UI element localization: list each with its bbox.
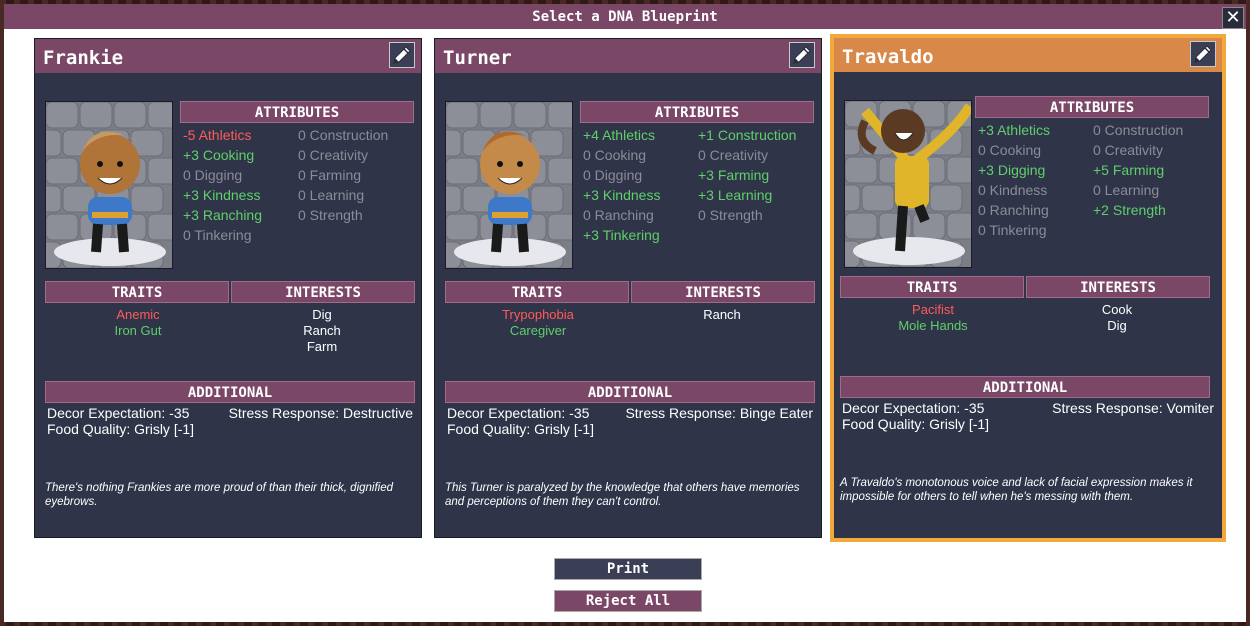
attributes-label: ATTRIBUTES — [975, 96, 1209, 118]
close-button[interactable]: ✕ — [1222, 7, 1244, 29]
attribute-value: +1 Construction — [698, 127, 797, 143]
card-name: Frankie — [35, 39, 421, 73]
attribute-value: 0 Strength — [698, 207, 763, 223]
decor-expectation: Decor Expectation: -35 — [842, 400, 985, 416]
interest-item: Dig — [312, 307, 332, 322]
trait-item: Mole Hands — [898, 318, 968, 333]
decor-expectation: Decor Expectation: -35 — [47, 405, 190, 421]
flavor-text: A Travaldo's monotonous voice and lack o… — [840, 477, 1193, 503]
card-name: Turner — [435, 39, 821, 73]
traits-label: TRAITS — [45, 281, 229, 303]
flavor-text: There's nothing Frankies are more proud … — [45, 482, 394, 508]
attribute-value: 0 Creativity — [1093, 142, 1164, 158]
trait-item: Trypophobia — [502, 307, 574, 322]
attribute-value: +3 Cooking — [183, 147, 255, 163]
attribute-value: 0 Ranching — [978, 202, 1049, 218]
attribute-value: 0 Creativity — [698, 147, 769, 163]
decor-expectation: Decor Expectation: -35 — [447, 405, 590, 421]
attribute-value: 0 Ranching — [583, 207, 654, 223]
attribute-value: 0 Strength — [298, 207, 363, 223]
edit-name-button[interactable] — [789, 42, 815, 68]
duplicant-portrait — [445, 101, 573, 269]
attribute-value: 0 Creativity — [298, 147, 369, 163]
blueprint-card-frankie[interactable]: Frankie ATTRIBUTES -5 Athletics +3 Cooking… — [34, 38, 422, 538]
attribute-value: 0 Construction — [298, 127, 389, 143]
trait-item: Caregiver — [509, 323, 567, 338]
attribute-value: +3 Ranching — [183, 207, 263, 223]
flavor-text: This Turner is paralyzed by the knowledg… — [445, 482, 800, 508]
interests-label: INTERESTS — [231, 281, 415, 303]
attribute-value: +3 Tinkering — [583, 227, 660, 243]
traits-label: TRAITS — [840, 276, 1024, 298]
blueprint-card-travaldo[interactable]: Travaldo ATTRIBUTES +3 Athletics 0 Cooking… — [830, 34, 1226, 542]
duplicant-figure — [46, 102, 172, 268]
food-quality: Food Quality: Grisly [-1] — [842, 416, 990, 432]
attribute-value: +3 Kindness — [183, 187, 261, 203]
interest-item: Ranch — [303, 323, 341, 338]
attribute-value: 0 Cooking — [978, 142, 1042, 158]
additional-label: ADDITIONAL — [840, 376, 1210, 398]
dialog-title: Select a DNA Blueprint — [4, 4, 1246, 29]
attribute-value: +3 Digging — [978, 162, 1046, 178]
blueprint-card-turner[interactable]: Turner ATTRIBUTES +4 Athletics 0 Cooking 0 … — [434, 38, 822, 538]
attributes-label: ATTRIBUTES — [180, 101, 414, 123]
attribute-value: 0 Tinkering — [183, 227, 252, 243]
trait-item: Anemic — [116, 307, 160, 322]
duplicant-figure — [446, 102, 572, 268]
card-name: Travaldo — [834, 38, 1222, 72]
attributes-label: ATTRIBUTES — [580, 101, 814, 123]
stress-response: Stress Response: Destructive — [228, 405, 413, 421]
attribute-value: +3 Learning — [698, 187, 773, 203]
dna-blueprint-dialog: Select a DNA Blueprint ✕ Frankie ATTRIBU… — [4, 4, 1246, 622]
edit-name-button[interactable] — [389, 42, 415, 68]
stress-response: Stress Response: Binge Eater — [625, 405, 813, 421]
attribute-value: +4 Athletics — [583, 127, 655, 143]
attribute-value: 0 Cooking — [583, 147, 647, 163]
attribute-value: +3 Farming — [698, 167, 770, 183]
interest-item: Dig — [1107, 318, 1127, 333]
food-quality: Food Quality: Grisly [-1] — [447, 421, 595, 437]
duplicant-portrait — [45, 101, 173, 269]
attribute-value: 0 Farming — [298, 167, 362, 183]
interest-item: Farm — [306, 339, 338, 354]
pencil-icon — [1194, 45, 1212, 63]
attribute-value: +3 Kindness — [583, 187, 661, 203]
food-quality: Food Quality: Grisly [-1] — [47, 421, 195, 437]
traits-label: TRAITS — [445, 281, 629, 303]
reject-all-button[interactable]: Reject All — [554, 590, 702, 612]
attribute-value: 0 Construction — [1093, 122, 1184, 138]
attribute-value: 0 Digging — [183, 167, 243, 183]
duplicant-portrait — [844, 100, 972, 268]
pencil-icon — [393, 46, 411, 64]
interests-label: INTERESTS — [631, 281, 815, 303]
trait-item: Iron Gut — [114, 323, 162, 338]
stress-response: Stress Response: Vomiter — [1052, 400, 1214, 416]
attribute-value: 0 Learning — [1093, 182, 1160, 198]
attribute-value: 0 Tinkering — [978, 222, 1047, 238]
edit-name-button[interactable] — [1190, 41, 1216, 67]
print-button[interactable]: Print — [554, 558, 702, 580]
attribute-value: +2 Strength — [1093, 202, 1166, 218]
close-icon: ✕ — [1225, 7, 1241, 28]
attribute-value: 0 Learning — [298, 187, 365, 203]
trait-item: Pacifist — [912, 302, 954, 317]
interest-item: Ranch — [703, 307, 741, 322]
attribute-value: 0 Kindness — [978, 182, 1048, 198]
attribute-value: 0 Digging — [583, 167, 643, 183]
interests-label: INTERESTS — [1026, 276, 1210, 298]
additional-label: ADDITIONAL — [445, 381, 815, 403]
additional-label: ADDITIONAL — [45, 381, 415, 403]
attribute-value: -5 Athletics — [183, 127, 252, 143]
duplicant-figure — [845, 101, 971, 267]
pencil-icon — [793, 46, 811, 64]
interest-item: Cook — [1101, 302, 1133, 317]
attribute-value: +3 Athletics — [978, 122, 1050, 138]
attribute-value: +5 Farming — [1093, 162, 1165, 178]
